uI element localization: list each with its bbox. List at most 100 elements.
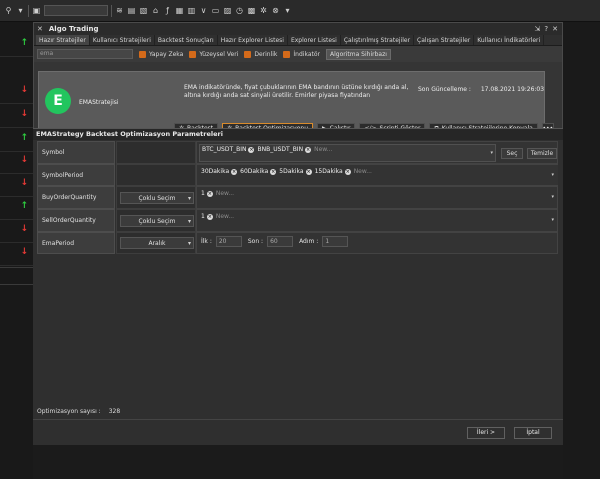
chevron-down-icon[interactable]: ▾ <box>551 172 554 178</box>
param-row-symbol-period: SymbolPeriod 30Dakika × 60Dakika × 5Dakika… <box>33 164 563 186</box>
tab-running-strategies[interactable]: Çalışan Stratejiler <box>414 35 475 45</box>
close-icon[interactable]: ✕ <box>37 25 43 33</box>
remove-tag-icon[interactable]: × <box>206 213 213 220</box>
new-tag-placeholder[interactable]: New... <box>216 213 234 220</box>
remove-tag-icon[interactable]: × <box>344 168 351 175</box>
tab-backtest-results[interactable]: Backtest Sonuçları <box>155 35 218 45</box>
tab-user-indicators[interactable]: Kullanıcı İndikatörleri <box>474 35 545 45</box>
gear-icon[interactable]: ✲ <box>259 6 268 15</box>
save-icon[interactable]: ▣ <box>32 6 41 15</box>
last-updated-label: Son Güncelleme : <box>418 86 471 93</box>
search-input[interactable]: ema <box>37 49 133 59</box>
remove-tag-icon[interactable]: × <box>231 168 238 175</box>
arrow-up-icon: ↑ <box>20 133 28 143</box>
help-icon[interactable]: ? <box>544 25 548 33</box>
signal-row[interactable]: ↓ <box>0 81 33 104</box>
filter-depth[interactable]: Derinlik <box>244 50 277 58</box>
signal-row[interactable]: ↑ <box>0 197 33 220</box>
alarm-icon[interactable]: ◷ <box>235 6 244 15</box>
tab-bar: Hazır Stratejiler Kullanıcı Stratejileri… <box>34 35 562 46</box>
tag-line: 30Dakika × 60Dakika × 5Dakika × 15Dakika × N… <box>201 168 372 175</box>
signal-row[interactable]: ↑ <box>0 34 33 57</box>
algorithm-wizard-button[interactable]: Algoritma Sihirbazı <box>326 48 391 60</box>
chevron-down-icon[interactable]: ▾ <box>490 150 493 156</box>
close-icon[interactable]: ✕ <box>552 25 558 33</box>
tab-executed-strategies[interactable]: Çalıştırılmış Stratejiler <box>341 35 415 45</box>
search-icon[interactable]: ⚲ <box>4 6 13 15</box>
display-icon[interactable]: ▭ <box>211 6 220 15</box>
tab-explorer-list[interactable]: Explorer Listesi <box>288 35 341 45</box>
remove-tag-icon[interactable]: × <box>248 146 255 153</box>
calendar-icon[interactable]: ▩ <box>247 6 256 15</box>
chevron-down-icon[interactable]: ▾ <box>16 6 25 15</box>
range-end-input[interactable]: 60 <box>267 236 294 247</box>
filter-ai[interactable]: Yapay Zeka <box>139 50 184 58</box>
mode-label: Çoklu Seçim <box>138 194 176 202</box>
calculator-icon[interactable]: ▥ <box>187 6 196 15</box>
remove-tag-icon[interactable]: × <box>305 168 312 175</box>
signal-row[interactable]: ↓ <box>0 243 33 266</box>
chevron-down-icon[interactable]: ▾ <box>551 217 554 223</box>
count-label: Optimizasyon sayısı : <box>37 408 101 415</box>
image-icon[interactable]: ▨ <box>223 6 232 15</box>
new-tag-placeholder[interactable]: New... <box>216 190 234 197</box>
v-icon[interactable]: ∨ <box>199 6 208 15</box>
filter-label: Yapay Zeka <box>149 50 184 58</box>
param-label: BuyOrderQuantity <box>37 186 115 209</box>
last-updated: Son Güncelleme : 17.08.2021 19:26:03 <box>418 86 544 93</box>
param-label: SymbolPeriod <box>37 164 115 186</box>
cancel-button[interactable]: İptal <box>514 427 552 439</box>
range-step-input[interactable]: 1 <box>322 236 349 247</box>
tag-label: 1 <box>201 190 205 197</box>
tag: 1 × <box>201 213 213 220</box>
clear-button[interactable]: Temizle <box>527 148 557 159</box>
signal-row[interactable]: ↓ <box>0 220 33 243</box>
layers-icon[interactable]: ≋ <box>115 6 124 15</box>
tag: BTC_USDT_BIN × <box>202 146 255 153</box>
tag-label: 15Dakika <box>314 168 343 175</box>
next-button[interactable]: İleri > <box>467 427 505 439</box>
tab-ready-explorer[interactable]: Hazır Explorer Listesi <box>218 35 288 45</box>
filter-indicator[interactable]: İndikatör <box>283 50 320 58</box>
document-icon[interactable]: ▧ <box>139 6 148 15</box>
period-tag-input[interactable]: 30Dakika × 60Dakika × 5Dakika × 15Dakika × N… <box>199 167 556 185</box>
mode-select[interactable]: Aralık ▾ <box>120 237 194 249</box>
tab-user-strategies[interactable]: Kullanıcı Stratejileri <box>90 35 155 45</box>
pin-icon[interactable]: ⇲ <box>535 25 541 33</box>
new-tag-placeholder[interactable]: New... <box>314 146 332 153</box>
tag-label: BTC_USDT_BIN <box>202 146 247 153</box>
tab-ready-strategies[interactable]: Hazır Stratejiler <box>36 35 90 45</box>
chevron-down-icon[interactable]: ▾ <box>283 6 292 15</box>
sell-quantity-tag-input[interactable]: 1 × New... ▾ <box>199 212 556 230</box>
remove-tag-icon[interactable]: × <box>270 168 277 175</box>
filter-fundamental[interactable]: Yüzeysel Veri <box>189 50 238 58</box>
tag-label: 60Dakika <box>240 168 269 175</box>
buy-quantity-tag-input[interactable]: 1 × New... ▾ <box>199 189 556 207</box>
function-icon[interactable]: ƒ <box>163 6 172 15</box>
symbol-tag-input[interactable]: BTC_USDT_BIN × BNB_USDT_BIN × New... ▾ <box>199 144 496 162</box>
signal-row[interactable]: ↓ <box>0 151 33 174</box>
close-icon[interactable]: ⊗ <box>271 6 280 15</box>
param-mode-empty <box>116 141 196 164</box>
remove-tag-icon[interactable]: × <box>305 146 312 153</box>
range-start-input[interactable]: 20 <box>215 236 242 247</box>
mode-select[interactable]: Çoklu Seçim ▾ <box>120 215 194 227</box>
news-icon[interactable]: ▦ <box>175 6 184 15</box>
select-button[interactable]: Seç <box>501 148 523 159</box>
toolbar-dropdown[interactable] <box>44 5 108 16</box>
signal-row[interactable]: ↑ <box>0 129 33 152</box>
remove-tag-icon[interactable]: × <box>206 190 213 197</box>
signal-row[interactable]: ↓ <box>0 174 33 197</box>
param-label: Symbol <box>37 141 115 164</box>
signal-row[interactable]: ↓ <box>0 105 33 128</box>
filter-label: İndikatör <box>293 50 320 58</box>
toolbar-separator <box>28 4 29 17</box>
mode-select[interactable]: Çoklu Seçim ▾ <box>120 192 194 204</box>
bank-icon[interactable]: ⌂ <box>151 6 160 15</box>
tag-label: 5Dakika <box>279 168 304 175</box>
range-inputs: İlk : 20 Son : 60 Adım : 1 <box>201 236 349 247</box>
new-tag-placeholder[interactable]: New... <box>354 168 372 175</box>
param-mode: Aralık ▾ <box>116 232 196 254</box>
chevron-down-icon[interactable]: ▾ <box>551 194 554 200</box>
chart-icon[interactable]: ▤ <box>127 6 136 15</box>
